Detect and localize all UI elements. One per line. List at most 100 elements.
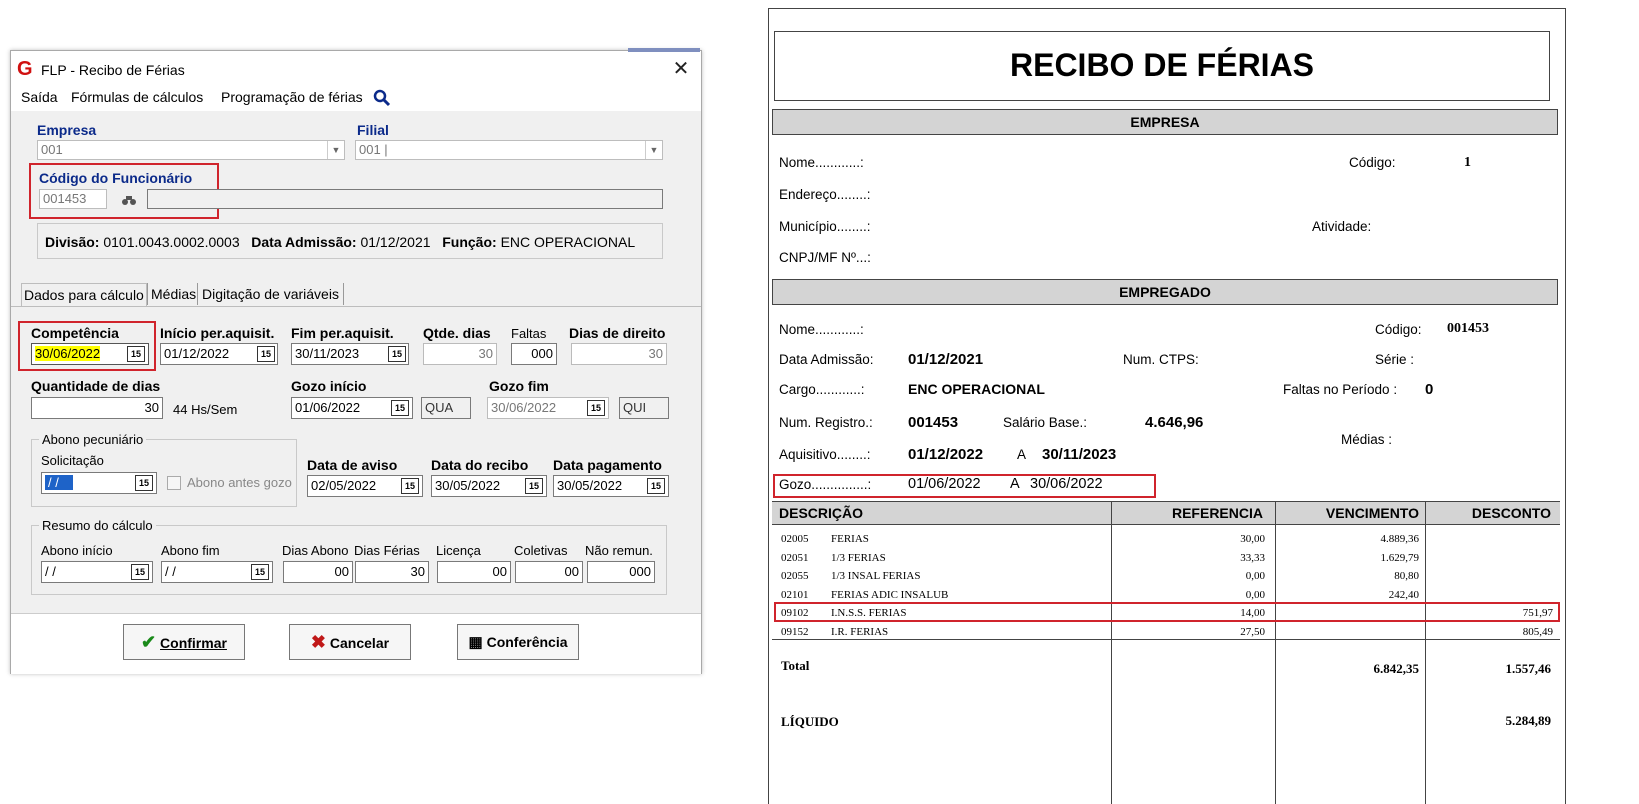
- dias-direito-input[interactable]: 30: [571, 343, 667, 365]
- calendar-icon[interactable]: 15: [401, 478, 419, 494]
- tab-medias[interactable]: Médias: [147, 283, 196, 305]
- funcao-label: Função:: [442, 234, 497, 250]
- faltas-periodo-label: Faltas no Período :: [1283, 382, 1398, 397]
- qtde-dias-input[interactable]: 30: [423, 343, 497, 365]
- aquisitivo-a: A: [1017, 447, 1027, 462]
- empregado-codigo-label: Código:: [1375, 322, 1422, 337]
- codigo-funcionario-input[interactable]: 001453: [39, 189, 107, 209]
- dias-direito-label: Dias de direito: [569, 325, 666, 341]
- tab-dados-calculo[interactable]: Dados para cálculo: [21, 283, 147, 306]
- highlight-inss-row: [774, 602, 1560, 622]
- gozo-inicio-dow: QUA: [421, 397, 471, 419]
- cargo-value: ENC OPERACIONAL: [908, 381, 1045, 397]
- salario-value: 4.646,96: [1145, 414, 1204, 431]
- tab-digitacao-variaveis[interactable]: Digitação de variáveis: [197, 283, 344, 305]
- calendar-icon[interactable]: 15: [388, 346, 406, 362]
- cell-descricao: 1/3 INSAL FERIAS: [831, 570, 921, 582]
- gozo-fim-dow: QUI: [619, 397, 669, 419]
- gozo-fim-label: Gozo fim: [489, 378, 549, 394]
- menu-programacao[interactable]: Programação de férias: [221, 89, 363, 105]
- empresa-codigo-value: 1: [1464, 155, 1471, 170]
- licenca-input[interactable]: 00: [437, 561, 511, 583]
- filial-select[interactable]: 001 |: [355, 140, 663, 160]
- salario-label: Salário Base.:: [1003, 415, 1088, 430]
- confirmar-label: Confirmar: [160, 635, 227, 651]
- empresa-cnpj-label: CNPJ/MF Nº...:: [779, 250, 871, 265]
- total-desconto: 1.557,46: [1505, 661, 1552, 676]
- funcao-value: ENC OPERACIONAL: [500, 234, 636, 250]
- chevron-down-icon[interactable]: ▼: [645, 141, 662, 159]
- calendar-icon[interactable]: 15: [257, 346, 275, 362]
- licenca-label: Licença: [436, 543, 481, 558]
- registro-value: 001453: [908, 414, 959, 431]
- empresa-municipio-label: Município........:: [779, 219, 871, 234]
- gozo-a: A: [1010, 476, 1020, 492]
- cell-vencimento: 242,40: [1388, 588, 1419, 601]
- cancelar-button[interactable]: ✖ Cancelar: [289, 624, 411, 660]
- empresa-atividade-label: Atividade:: [1312, 219, 1372, 234]
- receipt-title: RECIBO DE FÉRIAS: [1009, 47, 1315, 83]
- col-divider: [1111, 501, 1112, 804]
- gozo-fim: 30/06/2022: [1030, 476, 1103, 492]
- aquisitivo-label: Aquisitivo........:: [779, 447, 871, 462]
- abono-antes-label: Abono antes gozo: [187, 475, 292, 490]
- search-icon[interactable]: [373, 89, 391, 107]
- nao-remun-input[interactable]: 000: [587, 561, 655, 583]
- admissao-value: 01/12/2021: [908, 351, 984, 368]
- app-logo-icon: G: [17, 58, 33, 80]
- admissao-value: 01/12/2021: [360, 234, 431, 250]
- cell-referencia: 30,00: [1240, 533, 1265, 545]
- abono-inicio-label: Abono início: [41, 543, 113, 558]
- calendar-icon[interactable]: 15: [135, 475, 153, 491]
- col-divider: [1275, 501, 1276, 804]
- conferencia-button[interactable]: ▦ Conferência: [457, 624, 579, 660]
- divisao-value: 0101.0043.0002.0003: [103, 234, 240, 250]
- empresa-select[interactable]: 001: [37, 140, 345, 160]
- cell-referencia: 27,50: [1240, 625, 1265, 638]
- calendar-icon[interactable]: 15: [131, 564, 149, 580]
- calendar-icon[interactable]: 15: [525, 478, 543, 494]
- calendar-icon[interactable]: 15: [587, 400, 605, 416]
- coletivas-input[interactable]: 00: [515, 561, 583, 583]
- solicitacao-value: / /: [45, 475, 73, 490]
- cell-referencia: 33,33: [1240, 551, 1265, 564]
- dias-ferias-label: Dias Férias: [354, 543, 420, 558]
- menu-saida[interactable]: Saída: [21, 89, 58, 105]
- cell-descricao: 1/3 FERIAS: [831, 551, 886, 564]
- empresa-band: EMPRESA: [772, 109, 1558, 135]
- dias-ferias-input[interactable]: 30: [355, 561, 429, 583]
- calendar-icon[interactable]: 15: [127, 346, 145, 362]
- check-icon: ✔: [141, 632, 157, 652]
- cell-descricao: I.R. FERIAS: [831, 625, 889, 638]
- chevron-down-icon[interactable]: ▼: [327, 141, 344, 159]
- data-aviso-label: Data de aviso: [307, 457, 398, 473]
- menu-formulas[interactable]: Fórmulas de cálculos: [71, 89, 203, 105]
- resumo-group-label: Resumo do cálculo: [39, 518, 156, 533]
- aquisitivo-fim: 30/11/2023: [1042, 446, 1117, 463]
- binoculars-icon[interactable]: [121, 194, 137, 206]
- empregado-codigo-value: 001453: [1447, 321, 1489, 336]
- total-label: Total: [781, 658, 810, 673]
- qtde-dias-label: Qtde. dias: [423, 325, 491, 341]
- cell-codigo: 02005: [781, 533, 809, 545]
- empregado-band: EMPREGADO: [772, 279, 1558, 305]
- funcionario-nome-field: [147, 189, 663, 209]
- solicitacao-label: Solicitação: [41, 453, 104, 468]
- calendar-icon[interactable]: 15: [391, 400, 409, 416]
- abono-antes-checkbox[interactable]: [167, 476, 181, 490]
- medias-label: Médias :: [1341, 432, 1393, 447]
- quantidade-dias-input[interactable]: 30: [31, 397, 163, 419]
- cell-codigo: 02051: [781, 551, 809, 564]
- calendar-icon[interactable]: 15: [251, 564, 269, 580]
- cargo-label: Cargo............:: [779, 382, 865, 397]
- calendar-icon[interactable]: 15: [647, 478, 665, 494]
- window-title: FLP - Recibo de Férias: [41, 62, 185, 78]
- competencia-value: 30/06/2022: [35, 346, 101, 361]
- total-vencimento: 6.842,35: [1373, 661, 1420, 676]
- dias-abono-input[interactable]: 00: [283, 561, 353, 583]
- cell-codigo: 02055: [781, 570, 809, 582]
- empresa-label: Empresa: [37, 122, 97, 138]
- close-icon[interactable]: ✕: [667, 55, 695, 83]
- faltas-input[interactable]: 000: [511, 343, 557, 365]
- confirmar-button[interactable]: ✔ Confirmar: [123, 624, 245, 660]
